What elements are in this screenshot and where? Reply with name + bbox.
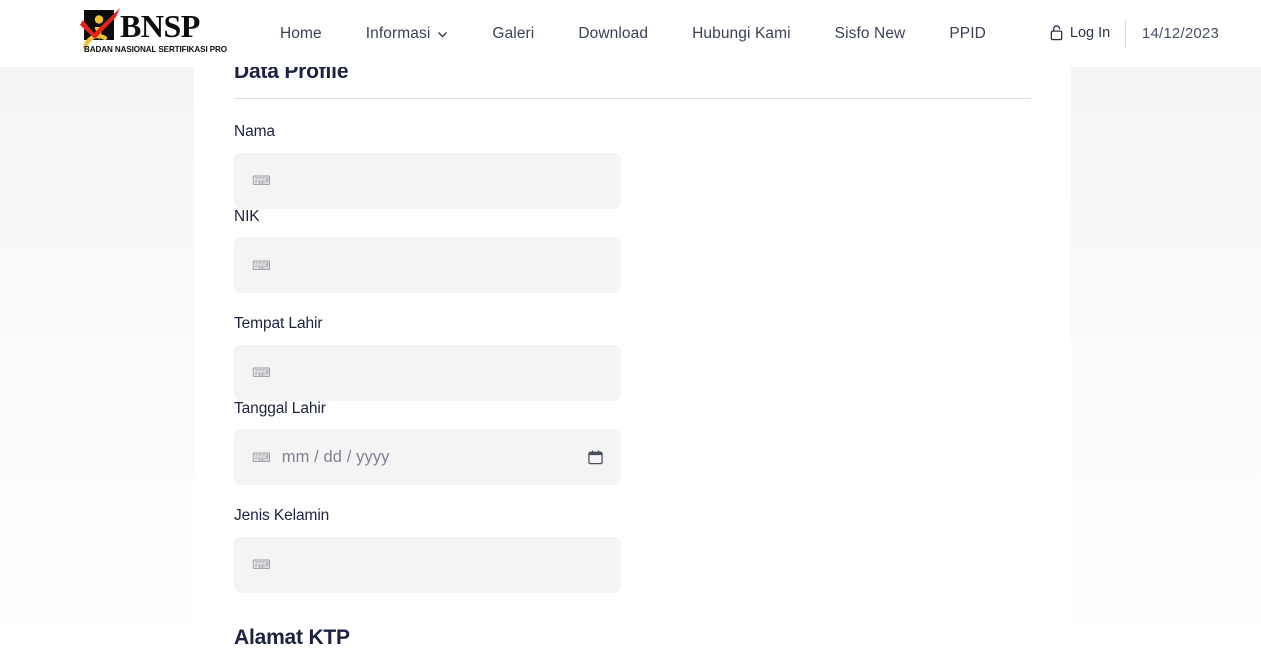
login-label: Log In bbox=[1069, 24, 1111, 41]
input-tanggal-lahir[interactable]: ⌨ mm / dd / yyyy bbox=[234, 429, 621, 486]
nav-item-sisfo-new[interactable]: Sisfo New bbox=[813, 26, 928, 42]
nav-item-label: Galeri bbox=[492, 24, 535, 42]
nav-item-label: Hubungi Kami bbox=[692, 24, 791, 42]
profile-form-card: Data Profile Nama ⌨ NIK ⌨ Tempat Lahir ⌨… bbox=[194, 57, 1071, 655]
input-nik[interactable]: ⌨ bbox=[234, 237, 621, 294]
nav-item-label: Sisfo New bbox=[834, 24, 906, 42]
nav-item-label: Home bbox=[280, 24, 322, 42]
label-nama: Nama bbox=[234, 123, 275, 141]
row-gap bbox=[234, 485, 1031, 508]
label-tanggal-lahir: Tanggal Lahir bbox=[234, 399, 326, 417]
bnsp-logo[interactable]: BNSP BADAN NASIONAL SERTIFIKASI PROFESI bbox=[72, 6, 227, 58]
nav-item-label: Download bbox=[578, 24, 649, 42]
input-jenis-kelamin[interactable]: ⌨ bbox=[234, 536, 621, 593]
field-group-tempat-lahir: Tempat Lahir ⌨ bbox=[234, 316, 621, 401]
keyboard-icon: ⌨ bbox=[252, 173, 271, 189]
lock-open-icon bbox=[1049, 24, 1064, 41]
header-divider bbox=[1124, 19, 1126, 48]
section-header-alamat-ktp: Alamat KTP bbox=[234, 625, 1031, 655]
input-nama[interactable]: ⌨ bbox=[234, 152, 621, 209]
field-group-tanggal-lahir: Tanggal Lahir ⌨ mm / dd / yyyy bbox=[234, 401, 621, 486]
section-title-alamat-ktp: Alamat KTP bbox=[234, 625, 350, 649]
header-date: 14/12/2023 bbox=[1141, 25, 1219, 42]
chevron-down-icon bbox=[437, 29, 448, 40]
date-placeholder: mm / dd / yyyy bbox=[281, 447, 390, 466]
svg-text:BADAN NASIONAL SERTIFIKASI PRO: BADAN NASIONAL SERTIFIKASI PROFESI bbox=[84, 45, 227, 54]
nav-item-galeri[interactable]: Galeri bbox=[470, 26, 556, 42]
nav-item-label: Informasi bbox=[365, 24, 431, 42]
keyboard-icon: ⌨ bbox=[252, 449, 271, 465]
site-header: BNSP BADAN NASIONAL SERTIFIKASI PROFESI … bbox=[0, 0, 1261, 67]
keyboard-icon: ⌨ bbox=[252, 365, 271, 381]
calendar-icon[interactable] bbox=[587, 449, 604, 466]
nav-item-label: PPID bbox=[949, 24, 986, 42]
label-tempat-lahir: Tempat Lahir bbox=[234, 315, 323, 333]
nav-item-download[interactable]: Download bbox=[556, 26, 670, 42]
page-root: BNSP BADAN NASIONAL SERTIFIKASI PROFESI … bbox=[0, 0, 1261, 655]
nav-item-home[interactable]: Home bbox=[258, 26, 344, 42]
header-right-cluster: Log In 14/12/2023 bbox=[1049, 0, 1261, 67]
field-group-nama: Nama ⌨ bbox=[234, 124, 621, 209]
keyboard-icon: ⌨ bbox=[252, 257, 271, 273]
input-tempat-lahir[interactable]: ⌨ bbox=[234, 344, 621, 401]
section-divider bbox=[234, 98, 1031, 100]
nav-item-ppid[interactable]: PPID bbox=[927, 26, 1008, 42]
field-group-jenis-kelamin: Jenis Kelamin ⌨ bbox=[234, 508, 621, 593]
keyboard-icon: ⌨ bbox=[252, 557, 271, 573]
label-jenis-kelamin: Jenis Kelamin bbox=[234, 507, 330, 525]
data-profile-fields: Nama ⌨ NIK ⌨ Tempat Lahir ⌨ Tanggal Lahi… bbox=[234, 124, 1031, 593]
nav-item-informasi[interactable]: Informasi bbox=[344, 26, 471, 42]
svg-text:BNSP: BNSP bbox=[120, 8, 200, 44]
nav-item-hubungi-kami[interactable]: Hubungi Kami bbox=[670, 26, 813, 42]
label-nik: NIK bbox=[234, 207, 260, 225]
main-navigation: Home Informasi Galeri Download Hubungi K… bbox=[258, 0, 1008, 67]
row-gap bbox=[234, 293, 1031, 316]
login-button[interactable]: Log In bbox=[1049, 22, 1111, 46]
field-group-nik: NIK ⌨ bbox=[234, 209, 621, 294]
